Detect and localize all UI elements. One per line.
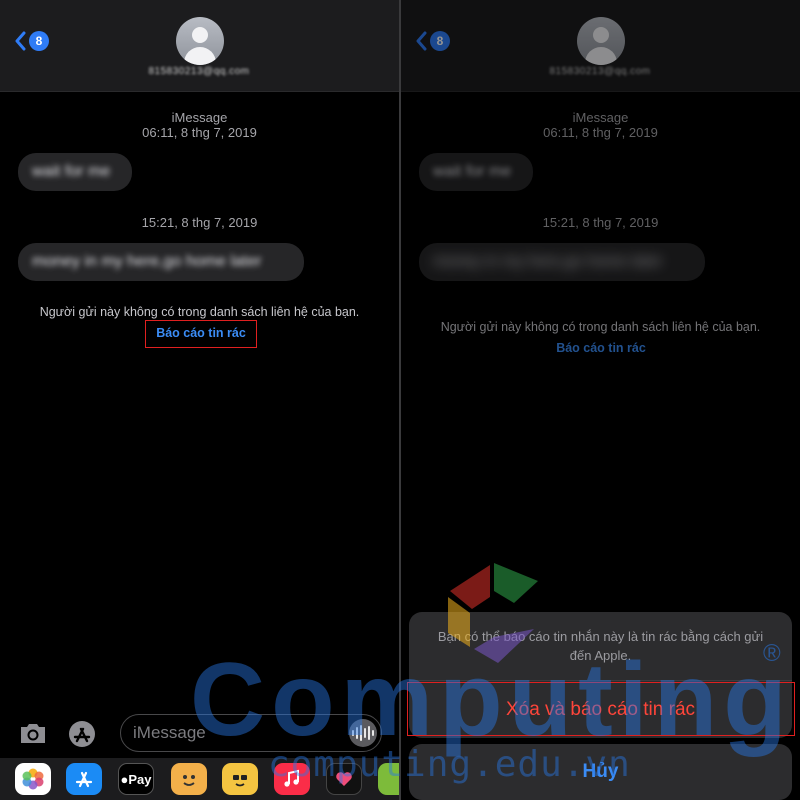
unknown-sender-notice: Người gửi này không có trong danh sách l… <box>39 305 360 319</box>
contact-avatar[interactable] <box>176 17 224 65</box>
conversation-header: 8 815830213@qq.com <box>0 0 399 92</box>
apple-pay-app-icon[interactable]: ● Pay <box>118 763 154 795</box>
memoji-app-icon[interactable] <box>171 763 207 795</box>
back-button[interactable]: 8 <box>14 30 49 52</box>
app-store-app-icon[interactable] <box>66 763 102 795</box>
message-bubble[interactable]: money in my here,go home later <box>18 243 304 281</box>
watermark-registered-mark: ® <box>763 640 781 667</box>
memoji-stickers-app-icon[interactable] <box>222 763 258 795</box>
photos-app-icon[interactable] <box>15 763 51 795</box>
message-bubble[interactable]: wait for me <box>18 153 132 191</box>
app-store-icon[interactable] <box>67 720 97 748</box>
service-label: iMessage <box>171 110 228 125</box>
message-timestamp: 06:11, 8 thg 7, 2019 <box>142 125 257 140</box>
camera-icon[interactable] <box>18 720 48 746</box>
watermark-brand: Computing <box>190 642 793 758</box>
watermark-domain: computing.edu.vn <box>268 744 631 785</box>
contact-name[interactable]: 815830213@qq.com <box>104 66 294 82</box>
message-timestamp: 15:21, 8 thg 7, 2019 <box>141 215 258 230</box>
report-junk-link[interactable]: Báo cáo tin rác <box>145 326 257 340</box>
unread-count-badge: 8 <box>29 31 49 51</box>
chevron-left-icon <box>15 31 26 51</box>
